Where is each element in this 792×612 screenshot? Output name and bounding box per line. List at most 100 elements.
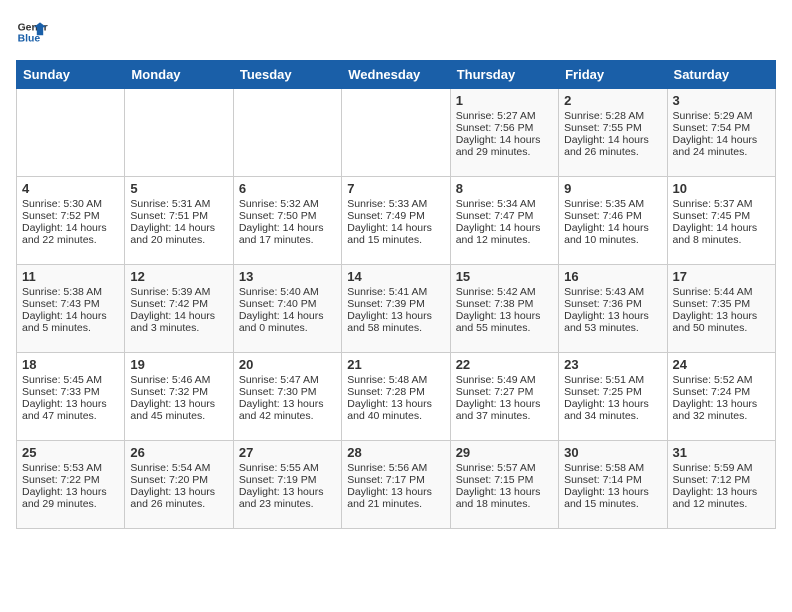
day-info: Sunrise: 5:48 AM xyxy=(347,374,444,386)
day-number: 29 xyxy=(456,445,553,460)
day-info: Sunrise: 5:45 AM xyxy=(22,374,119,386)
day-number: 4 xyxy=(22,181,119,196)
calendar-cell: 27 Sunrise: 5:55 AMSunset: 7:19 PMDayligh… xyxy=(233,441,341,529)
day-info: Sunset: 7:20 PM xyxy=(130,474,227,486)
day-info: Sunrise: 5:38 AM xyxy=(22,286,119,298)
day-info: Sunrise: 5:52 AM xyxy=(673,374,770,386)
header-cell-thursday: Thursday xyxy=(450,61,558,89)
day-info: Daylight: 14 hours and 5 minutes. xyxy=(22,310,119,334)
day-number: 6 xyxy=(239,181,336,196)
day-number: 10 xyxy=(673,181,770,196)
day-info: Sunset: 7:12 PM xyxy=(673,474,770,486)
day-info: Daylight: 13 hours and 58 minutes. xyxy=(347,310,444,334)
day-number: 9 xyxy=(564,181,661,196)
day-number: 12 xyxy=(130,269,227,284)
day-info: Sunrise: 5:35 AM xyxy=(564,198,661,210)
svg-text:Blue: Blue xyxy=(18,34,41,45)
day-number: 20 xyxy=(239,357,336,372)
day-info: Sunrise: 5:42 AM xyxy=(456,286,553,298)
calendar-cell xyxy=(342,89,450,177)
day-number: 30 xyxy=(564,445,661,460)
day-info: Sunset: 7:43 PM xyxy=(22,298,119,310)
calendar-cell: 12Sunrise: 5:39 AMSunset: 7:42 PMDayligh… xyxy=(125,265,233,353)
calendar-cell: 4Sunrise: 5:30 AMSunset: 7:52 PMDaylight… xyxy=(17,177,125,265)
day-info: Sunrise: 5:55 AM xyxy=(239,462,336,474)
day-info: Sunset: 7:14 PM xyxy=(564,474,661,486)
calendar-cell: 1Sunrise: 5:27 AMSunset: 7:56 PMDaylight… xyxy=(450,89,558,177)
day-number: 22 xyxy=(456,357,553,372)
day-info: Sunrise: 5:57 AM xyxy=(456,462,553,474)
header-cell-friday: Friday xyxy=(559,61,667,89)
day-info: Daylight: 13 hours and 21 minutes. xyxy=(347,486,444,510)
day-number: 31 xyxy=(673,445,770,460)
day-number: 21 xyxy=(347,357,444,372)
day-info: Sunrise: 5:54 AM xyxy=(130,462,227,474)
day-info: Daylight: 13 hours and 23 minutes. xyxy=(239,486,336,510)
calendar-cell: 11 Sunrise: 5:38 AMSunset: 7:43 PMDayligh… xyxy=(17,265,125,353)
day-info: Sunset: 7:22 PM xyxy=(22,474,119,486)
calendar-week-4: 18Sunrise: 5:45 AMSunset: 7:33 PMDayligh… xyxy=(17,353,776,441)
day-info: Daylight: 14 hours and 20 minutes. xyxy=(130,222,227,246)
day-info: Sunrise: 5:40 AM xyxy=(239,286,336,298)
day-info: Daylight: 13 hours and 37 minutes. xyxy=(456,398,553,422)
day-info: Sunrise: 5:49 AM xyxy=(456,374,553,386)
day-info: Sunset: 7:30 PM xyxy=(239,386,336,398)
day-number: 2 xyxy=(564,93,661,108)
day-info: Sunrise: 5:46 AM xyxy=(130,374,227,386)
day-info: Sunrise: 5:44 AM xyxy=(673,286,770,298)
calendar-cell: 10Sunrise: 5:37 AMSunset: 7:45 PMDayligh… xyxy=(667,177,775,265)
calendar-week-1: 1Sunrise: 5:27 AMSunset: 7:56 PMDaylight… xyxy=(17,89,776,177)
day-info: Sunset: 7:39 PM xyxy=(347,298,444,310)
day-info: Sunset: 7:19 PM xyxy=(239,474,336,486)
day-info: Sunset: 7:47 PM xyxy=(456,210,553,222)
day-info: Daylight: 14 hours and 8 minutes. xyxy=(673,222,770,246)
calendar-header-row: SundayMondayTuesdayWednesdayThursdayFrid… xyxy=(17,61,776,89)
day-number: 7 xyxy=(347,181,444,196)
day-number: 3 xyxy=(673,93,770,108)
day-number: 14 xyxy=(347,269,444,284)
calendar-cell: 25Sunrise: 5:53 AMSunset: 7:22 PMDayligh… xyxy=(17,441,125,529)
day-info: Sunset: 7:25 PM xyxy=(564,386,661,398)
calendar-cell: 3Sunrise: 5:29 AMSunset: 7:54 PMDaylight… xyxy=(667,89,775,177)
day-info: Sunrise: 5:29 AM xyxy=(673,110,770,122)
day-info: Daylight: 13 hours and 53 minutes. xyxy=(564,310,661,334)
calendar-cell: 8Sunrise: 5:34 AMSunset: 7:47 PMDaylight… xyxy=(450,177,558,265)
day-info: Daylight: 13 hours and 15 minutes. xyxy=(564,486,661,510)
day-info: Sunrise: 5:43 AM xyxy=(564,286,661,298)
calendar-cell: 23Sunrise: 5:51 AMSunset: 7:25 PMDayligh… xyxy=(559,353,667,441)
day-info: Sunset: 7:46 PM xyxy=(564,210,661,222)
day-info: Sunrise: 5:37 AM xyxy=(673,198,770,210)
day-number: 11 xyxy=(22,269,119,284)
day-number: 8 xyxy=(456,181,553,196)
day-info: Daylight: 13 hours and 47 minutes. xyxy=(22,398,119,422)
day-number: 17 xyxy=(673,269,770,284)
header-cell-sunday: Sunday xyxy=(17,61,125,89)
calendar-cell: 14 Sunrise: 5:41 AMSunset: 7:39 PMDayligh… xyxy=(342,265,450,353)
day-number: 1 xyxy=(456,93,553,108)
calendar-cell: 22Sunrise: 5:49 AMSunset: 7:27 PMDayligh… xyxy=(450,353,558,441)
day-info: Sunset: 7:49 PM xyxy=(347,210,444,222)
calendar-cell xyxy=(233,89,341,177)
calendar-cell: 29Sunrise: 5:57 AMSunset: 7:15 PMDayligh… xyxy=(450,441,558,529)
calendar-cell: 17Sunrise: 5:44 AMSunset: 7:35 PMDayligh… xyxy=(667,265,775,353)
calendar-cell: 26Sunrise: 5:54 AMSunset: 7:20 PMDayligh… xyxy=(125,441,233,529)
day-info: Sunset: 7:17 PM xyxy=(347,474,444,486)
day-info: Sunrise: 5:59 AM xyxy=(673,462,770,474)
calendar-week-5: 25Sunrise: 5:53 AMSunset: 7:22 PMDayligh… xyxy=(17,441,776,529)
day-number: 27 xyxy=(239,445,336,460)
day-number: 15 xyxy=(456,269,553,284)
day-info: Sunrise: 5:41 AM xyxy=(347,286,444,298)
calendar-cell: 16Sunrise: 5:43 AMSunset: 7:36 PMDayligh… xyxy=(559,265,667,353)
day-info: Sunset: 7:33 PM xyxy=(22,386,119,398)
day-info: Daylight: 13 hours and 40 minutes. xyxy=(347,398,444,422)
calendar-cell: 7Sunrise: 5:33 AMSunset: 7:49 PMDaylight… xyxy=(342,177,450,265)
day-info: Sunrise: 5:30 AM xyxy=(22,198,119,210)
day-info: Sunset: 7:50 PM xyxy=(239,210,336,222)
day-info: Sunset: 7:51 PM xyxy=(130,210,227,222)
day-info: Sunset: 7:24 PM xyxy=(673,386,770,398)
day-info: Sunset: 7:36 PM xyxy=(564,298,661,310)
day-number: 19 xyxy=(130,357,227,372)
calendar-cell xyxy=(125,89,233,177)
day-info: Sunset: 7:32 PM xyxy=(130,386,227,398)
day-info: Daylight: 13 hours and 29 minutes. xyxy=(22,486,119,510)
